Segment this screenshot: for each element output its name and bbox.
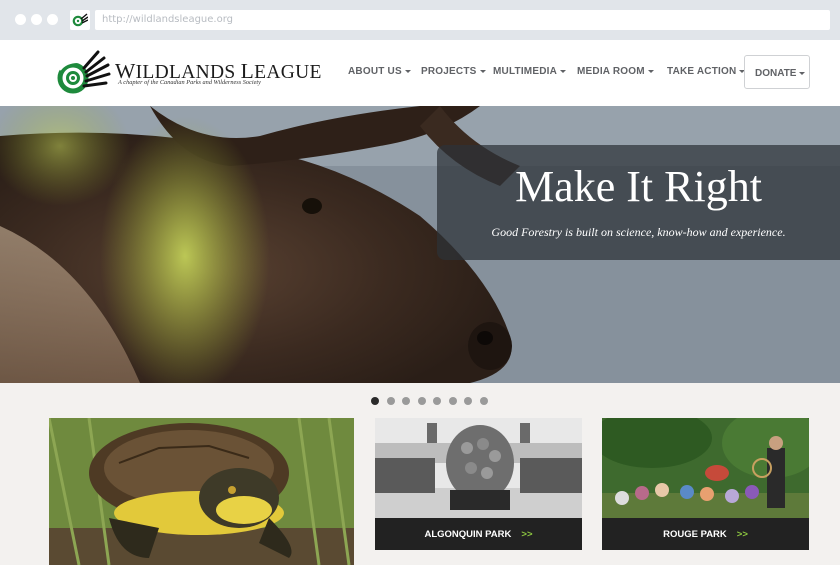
nav-media-room[interactable]: MEDIA ROOM (577, 66, 654, 77)
nav-label: TAKE ACTION (667, 66, 737, 77)
hero-title: Make It Right (515, 162, 762, 211)
double-chevron-right-icon: >> (521, 529, 533, 540)
browser-chrome: http://wildlandsleague.org (0, 0, 840, 40)
caret-down-icon (560, 69, 567, 73)
turtle-card[interactable] (49, 418, 354, 565)
card-label-text: ROUGE PARK (663, 529, 727, 540)
rouge-park-link[interactable]: ROUGE PARK >> (602, 518, 809, 550)
site-header: WILDLANDS LEAGUE A chapter of the Canadi… (0, 40, 840, 106)
caret-down-icon (647, 69, 654, 73)
carousel-dot-4[interactable] (418, 397, 426, 405)
nav-take-action[interactable]: TAKE ACTION (667, 66, 746, 77)
carousel-dot-8[interactable] (480, 397, 488, 405)
algonquin-park-link[interactable]: ALGONQUIN PARK >> (375, 518, 582, 550)
nav-about-us[interactable]: ABOUT US (348, 66, 411, 77)
nav-projects[interactable]: PROJECTS (421, 66, 486, 77)
window-dot-icon[interactable] (31, 14, 42, 25)
feature-cards: ALGONQUIN PARK >> ROUGE PARK >> (0, 418, 840, 565)
window-dot-icon[interactable] (15, 14, 26, 25)
nav-label: MEDIA ROOM (577, 66, 645, 77)
donate-label: DONATE (755, 68, 797, 79)
carousel-dot-2[interactable] (387, 397, 395, 405)
carousel-dot-3[interactable] (402, 397, 410, 405)
group-gathering-photo (602, 418, 809, 518)
card-label-text: ALGONQUIN PARK (424, 529, 512, 540)
algonquin-card-image[interactable] (375, 418, 582, 518)
brand-tagline: A chapter of the Canadian Parks and Wild… (118, 79, 261, 86)
favicon-icon (70, 10, 90, 30)
logging-truck-photo (375, 418, 582, 518)
caret-down-icon (479, 69, 486, 73)
nav-label: ABOUT US (348, 66, 402, 77)
nav-label: PROJECTS (421, 66, 477, 77)
nav-multimedia[interactable]: MULTIMEDIA (493, 66, 567, 77)
carousel-dot-7[interactable] (464, 397, 472, 405)
donate-button[interactable]: DONATE (744, 55, 810, 89)
carousel-dot-1[interactable] (371, 397, 379, 405)
rouge-card-image[interactable] (602, 418, 809, 518)
turtle-photo (49, 418, 354, 565)
caret-down-icon (799, 71, 806, 75)
brand-word-2: EAGUE (254, 62, 322, 83)
carousel-dot-5[interactable] (433, 397, 441, 405)
carousel-dot-6[interactable] (449, 397, 457, 405)
double-chevron-right-icon: >> (736, 529, 748, 540)
address-bar[interactable]: http://wildlandsleague.org (95, 10, 830, 30)
window-dot-icon[interactable] (47, 14, 58, 25)
hero-carousel[interactable]: Make It Right Good Forestry is built on … (0, 106, 840, 383)
hero-subtitle: Good Forestry is built on science, know-… (491, 225, 786, 239)
nav-label: MULTIMEDIA (493, 66, 558, 77)
wildlands-logo-icon[interactable] (56, 48, 116, 96)
carousel-indicators (0, 383, 840, 418)
hero-caption-box: Make It Right Good Forestry is built on … (437, 145, 840, 260)
caret-down-icon (404, 69, 411, 73)
